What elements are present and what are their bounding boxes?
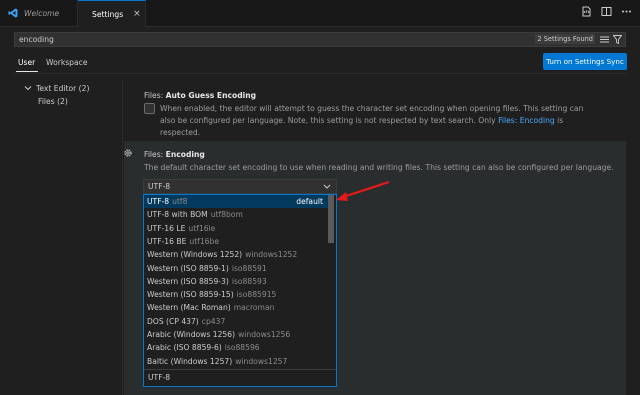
option-encoding-id: utf8 <box>172 197 188 206</box>
dropdown-option[interactable]: Western (Windows 1252) windows1252 <box>144 248 328 261</box>
option-encoding-id: windows1256 <box>238 330 291 339</box>
turn-on-settings-sync-button[interactable]: Turn on Settings Sync <box>543 53 627 70</box>
active-tab-indicator <box>16 71 38 72</box>
dropdown-option[interactable]: Western (ISO 8859-15) iso885915 <box>144 288 328 301</box>
option-label: Western (Mac Roman) <box>147 303 231 313</box>
editor-tab-bar: Welcome Settings × <box>0 0 640 27</box>
option-encoding-id: cp437 <box>201 316 226 326</box>
option-label: DOS (CP 437) <box>147 316 199 326</box>
scope-divider <box>14 73 626 74</box>
option-encoding-id: windows1257 <box>235 356 288 366</box>
gear-icon[interactable] <box>123 148 133 158</box>
tab-welcome-label: Welcome <box>24 8 60 18</box>
option-label: UTF-8 <box>147 197 170 206</box>
close-icon[interactable]: × <box>133 9 141 19</box>
setting-title-auto-guess-encoding: Files: Auto Guess Encoding <box>144 91 256 100</box>
dropdown-option[interactable]: UTF-8 with BOM utf8bom <box>144 208 328 221</box>
dropdown-option[interactable]: UTF-16 BE utf16be <box>144 235 328 248</box>
dropdown-footer-value: UTF-8 <box>148 373 171 382</box>
settings-search-box[interactable]: 2 Settings Found <box>14 32 626 47</box>
setting-category: Files: <box>144 150 166 159</box>
setting-title-encoding: Files: Encoding <box>144 150 205 159</box>
files-encoding-link[interactable]: Files: Encoding <box>498 116 555 125</box>
option-label: Baltic (Windows 1257) <box>147 356 233 366</box>
option-encoding-id: iso88593 <box>231 276 267 286</box>
dropdown-divider <box>144 369 336 370</box>
tab-welcome[interactable]: Welcome <box>0 0 78 26</box>
clear-filter-icon[interactable] <box>600 35 609 44</box>
chevron-down-icon <box>323 184 331 189</box>
option-encoding-id: iso88596 <box>224 343 260 353</box>
setting-name: Auto Guess Encoding <box>165 91 257 100</box>
setting-category: Files: <box>144 91 166 100</box>
option-encoding-id: windows1252 <box>245 250 298 260</box>
auto-guess-encoding-checkbox[interactable] <box>144 103 155 114</box>
option-encoding-id: utf16be <box>189 236 220 246</box>
setting-name: Encoding <box>165 150 205 159</box>
search-actions <box>600 35 622 44</box>
option-encoding-id: utf8bom <box>210 210 243 220</box>
tab-settings-label: Settings <box>92 9 124 19</box>
option-encoding-id: macroman <box>233 303 275 313</box>
dropdown-option[interactable]: Western (ISO 8859-3) iso88593 <box>144 275 328 288</box>
dropdown-option[interactable]: Baltic (Windows 1257) windows1257 <box>144 355 328 368</box>
split-editor-icon[interactable] <box>601 6 612 17</box>
search-input[interactable] <box>19 33 419 46</box>
option-label: Western (Windows 1252) <box>147 250 243 260</box>
option-encoding-id: iso88591 <box>231 263 267 273</box>
filter-icon[interactable] <box>613 35 622 44</box>
dropdown-option[interactable]: UTF-16 LE utf16le <box>144 222 328 235</box>
editor-actions <box>581 6 632 17</box>
option-encoding-id: iso885915 <box>236 290 277 300</box>
dropdown-option[interactable]: Arabic (ISO 8859-6) iso88596 <box>144 341 328 354</box>
tab-workspace-settings[interactable]: Workspace <box>46 58 88 67</box>
chevron-down-icon <box>24 86 32 91</box>
dropdown-option[interactable]: DOS (CP 437) cp437 <box>144 315 328 328</box>
tree-item-text-editor-label: Text Editor (2) <box>36 84 90 93</box>
option-label: UTF-16 LE <box>147 223 186 233</box>
dropdown-option[interactable]: UTF-8 utf8 default <box>144 195 328 208</box>
encoding-select-value: UTF-8 <box>148 182 171 191</box>
toc-divider <box>122 80 123 395</box>
encoding-dropdown-list: UTF-8 utf8 default UTF-8 with BOM utf8bom UTF… <box>143 194 337 387</box>
option-label: UTF-16 BE <box>147 236 187 246</box>
option-label: Western (ISO 8859-3) <box>147 276 229 286</box>
tab-user-settings[interactable]: User <box>18 58 35 67</box>
dropdown-option[interactable]: Arabic (Windows 1256) windows1256 <box>144 328 328 341</box>
encoding-select[interactable]: UTF-8 <box>143 179 337 194</box>
option-encoding-id: utf16le <box>188 223 216 233</box>
settings-found-badge: 2 Settings Found <box>535 34 595 44</box>
option-label: UTF-8 with BOM <box>147 210 208 220</box>
setting-description: When enabled, the editor will attempt to… <box>160 103 600 139</box>
vscode-logo-icon <box>8 8 18 18</box>
setting-description: The default character set encoding to us… <box>144 163 614 172</box>
more-actions-icon[interactable] <box>621 6 632 17</box>
option-label: Western (ISO 8859-15) <box>147 290 234 300</box>
option-label: Western (ISO 8859-1) <box>147 263 229 273</box>
red-annotation-arrow <box>336 180 390 201</box>
tree-item-text-editor[interactable]: Text Editor (2) <box>24 84 89 93</box>
tab-settings[interactable]: Settings × <box>78 0 146 27</box>
option-label: Arabic (Windows 1256) <box>147 330 236 339</box>
open-settings-json-icon[interactable] <box>581 6 592 17</box>
option-label: Arabic (ISO 8859-6) <box>147 343 222 353</box>
dropdown-option[interactable]: Western (ISO 8859-1) iso88591 <box>144 262 328 275</box>
dropdown-option[interactable]: Western (Mac Roman) macroman <box>144 301 328 314</box>
default-tag: default <box>296 197 323 206</box>
tree-item-files[interactable]: Files (2) <box>38 97 68 106</box>
